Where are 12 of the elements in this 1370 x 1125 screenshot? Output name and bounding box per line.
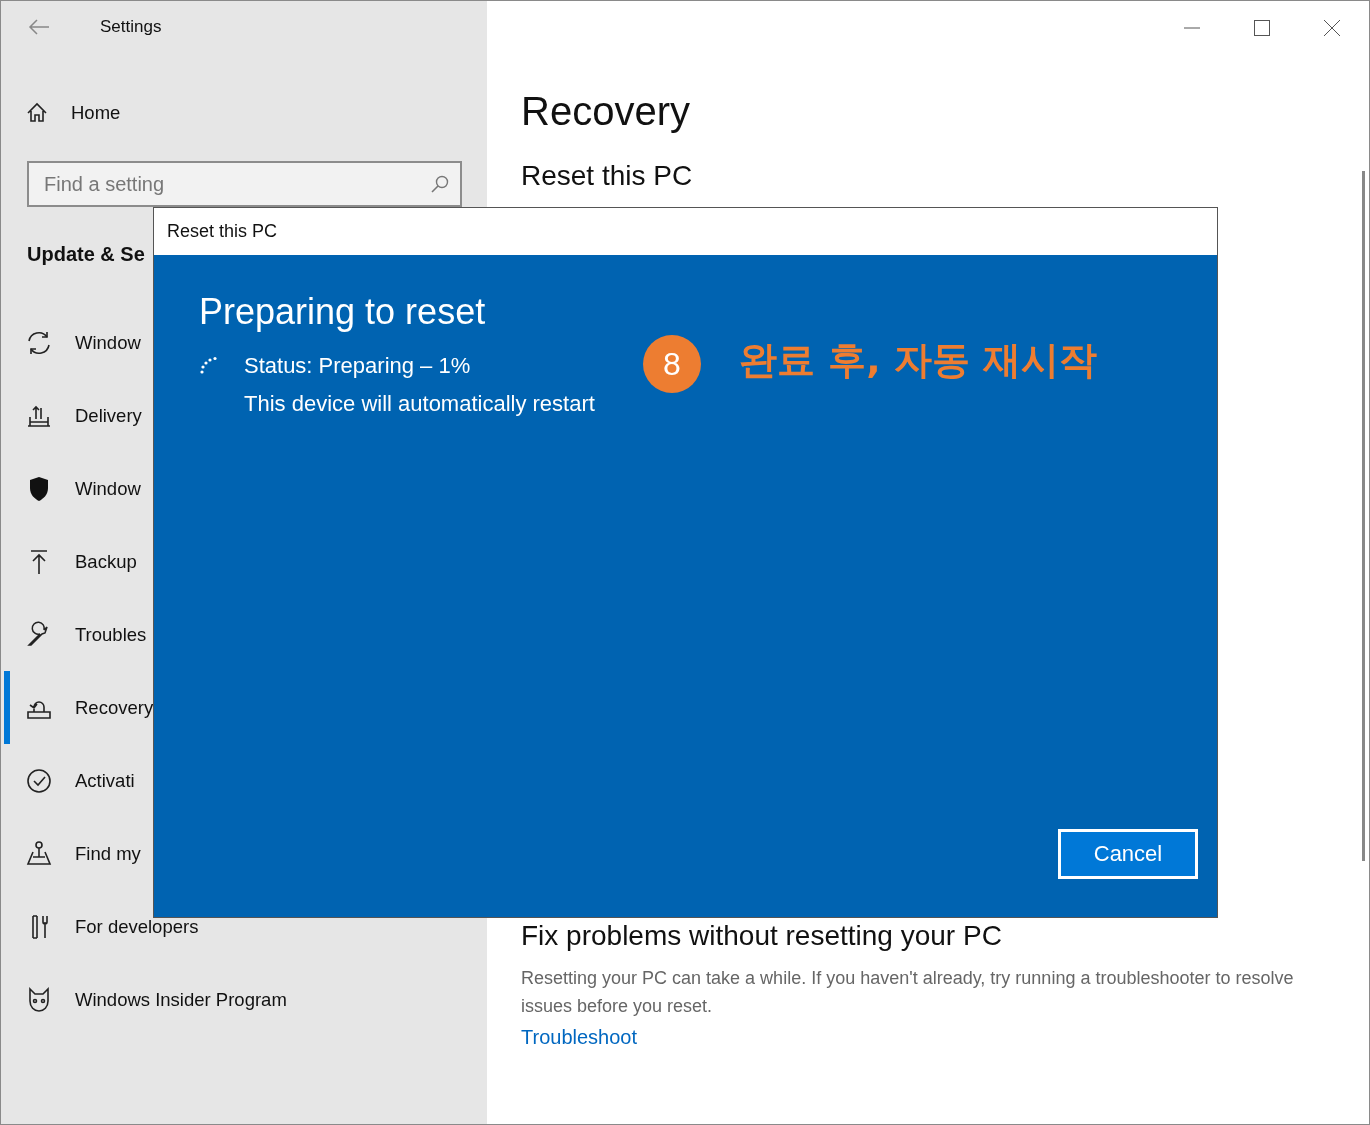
window-title: Settings <box>100 17 162 37</box>
dialog-heading: Preparing to reset <box>199 291 487 333</box>
dialog-title: Reset this PC <box>167 221 278 242</box>
restart-note: This device will automatically restart <box>244 391 595 417</box>
status-text: Status: Preparing – 1% <box>244 353 472 379</box>
page-title: Recovery <box>521 89 691 134</box>
section-heading: Reset this PC <box>521 160 694 192</box>
section-heading: Fix problems without resetting your PC <box>521 920 1003 952</box>
section-heading: Update & Se <box>27 243 146 266</box>
description-text: Resetting your PC can take a while. If you haven't already, try running a troubleshooter to resolve issues before you reset. <box>521 967 1295 1018</box>
step-badge: 8 <box>642 335 701 393</box>
annotation-text: 완료 후, 자동 재시작 <box>738 337 1098 384</box>
